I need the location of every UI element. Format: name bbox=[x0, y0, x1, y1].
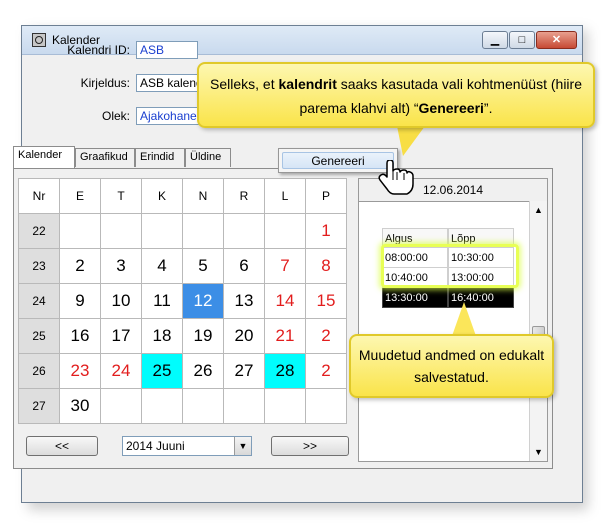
instruction-callout: Selleks, et kalendrit saaks kasutada val… bbox=[197, 62, 595, 128]
day-cell[interactable]: 30 bbox=[59, 388, 101, 424]
callout-bold-text: Genereeri bbox=[418, 100, 484, 116]
day-cell[interactable]: 6 bbox=[223, 248, 265, 284]
day-cell[interactable] bbox=[141, 213, 183, 249]
month-select-value: 2014 Juuni bbox=[126, 439, 185, 453]
day-cell[interactable]: 13 bbox=[223, 283, 265, 319]
tab-schedules[interactable]: Graafikud bbox=[75, 148, 135, 167]
day-cell[interactable]: 26 bbox=[182, 353, 224, 389]
week-number: 27 bbox=[18, 388, 60, 424]
day-cell[interactable]: 10 bbox=[100, 283, 142, 319]
day-cell[interactable]: 20 bbox=[223, 318, 265, 354]
previous-month-button[interactable]: << bbox=[26, 436, 98, 456]
calendar-header-row: Nr E T K N R L P bbox=[18, 178, 347, 214]
calendar-week-row: 26 23 24 25 26 27 28 2 bbox=[18, 353, 347, 389]
day-cell[interactable] bbox=[141, 388, 183, 424]
calendar-week-row: 23 2 3 4 5 6 7 8 bbox=[18, 248, 347, 284]
maximize-icon: □ bbox=[518, 34, 526, 46]
day-cell[interactable]: 9 bbox=[59, 283, 101, 319]
tab-calendar[interactable]: Kalender bbox=[13, 146, 75, 168]
week-number: 25 bbox=[18, 318, 60, 354]
header-wed: K bbox=[141, 178, 183, 214]
minimize-button[interactable]: ▁ bbox=[482, 31, 508, 49]
bottom-callout-tail bbox=[452, 302, 476, 336]
saved-callout: Muudetud andmed on edukalt salvestatud. bbox=[349, 334, 554, 398]
day-cell[interactable] bbox=[182, 213, 224, 249]
dropdown-arrow-icon[interactable]: ▼ bbox=[234, 437, 251, 455]
day-cell[interactable]: 23 bbox=[59, 353, 101, 389]
calendar-grid: Nr E T K N R L P 22 1 23 2 3 4 5 6 7 8 2… bbox=[18, 178, 347, 424]
callout-text: ”. bbox=[483, 100, 493, 116]
calendar-week-row: 25 16 17 18 19 20 21 2 bbox=[18, 318, 347, 354]
day-cell[interactable] bbox=[305, 388, 347, 424]
day-cell[interactable] bbox=[182, 388, 224, 424]
calendar-week-row: 27 30 bbox=[18, 388, 347, 424]
day-cell[interactable]: 16 bbox=[59, 318, 101, 354]
header-sun: P bbox=[305, 178, 347, 214]
day-cell[interactable] bbox=[100, 213, 142, 249]
day-cell[interactable]: 5 bbox=[182, 248, 224, 284]
day-cell[interactable] bbox=[264, 388, 306, 424]
day-cell-selected[interactable]: 12 bbox=[182, 283, 224, 319]
day-cell[interactable]: 24 bbox=[100, 353, 142, 389]
day-cell[interactable] bbox=[223, 388, 265, 424]
callout-text: Selleks, et bbox=[210, 76, 279, 92]
header-week-number: Nr bbox=[18, 178, 60, 214]
calendar-week-row: 24 9 10 11 12 13 14 15 bbox=[18, 283, 347, 319]
day-cell[interactable]: 1 bbox=[305, 213, 347, 249]
week-number: 22 bbox=[18, 213, 60, 249]
day-cell[interactable] bbox=[100, 388, 142, 424]
description-label: Kirjeldus: bbox=[80, 76, 130, 90]
tab-general[interactable]: Üldine bbox=[185, 148, 231, 167]
header-sat: L bbox=[264, 178, 306, 214]
calendar-week-row: 22 1 bbox=[18, 213, 347, 249]
day-cell[interactable]: 2 bbox=[59, 248, 101, 284]
header-fri: R bbox=[223, 178, 265, 214]
time-row-selected[interactable]: 13:30:00 16:40:00 bbox=[382, 288, 514, 308]
start-time-cell[interactable]: 13:30:00 bbox=[382, 288, 448, 308]
month-select[interactable]: 2014 Juuni ▼ bbox=[122, 436, 252, 456]
changed-rows-highlight bbox=[381, 244, 519, 288]
week-number: 24 bbox=[18, 283, 60, 319]
day-cell-highlighted[interactable]: 25 bbox=[141, 353, 183, 389]
minimize-icon: ▁ bbox=[490, 34, 500, 46]
hand-cursor-icon bbox=[378, 160, 414, 195]
calendar-id-input[interactable]: ASB bbox=[136, 41, 198, 59]
vertical-scrollbar[interactable]: ▲ ▼ bbox=[529, 201, 547, 461]
day-cell[interactable]: 2 bbox=[305, 353, 347, 389]
scroll-up-icon[interactable]: ▲ bbox=[530, 205, 547, 215]
next-month-button[interactable]: >> bbox=[271, 436, 349, 456]
day-cell[interactable]: 2 bbox=[305, 318, 347, 354]
close-icon: ✕ bbox=[551, 34, 562, 46]
day-cell[interactable] bbox=[223, 213, 265, 249]
header-thu: N bbox=[182, 178, 224, 214]
day-cell[interactable]: 17 bbox=[100, 318, 142, 354]
day-cell[interactable]: 4 bbox=[141, 248, 183, 284]
day-cell[interactable]: 18 bbox=[141, 318, 183, 354]
scroll-down-icon[interactable]: ▼ bbox=[530, 447, 547, 457]
week-number: 26 bbox=[18, 353, 60, 389]
top-callout-tail bbox=[397, 126, 425, 156]
day-cell[interactable]: 11 bbox=[141, 283, 183, 319]
description-input[interactable]: ASB kalender bbox=[136, 74, 198, 92]
day-cell[interactable]: 19 bbox=[182, 318, 224, 354]
day-cell[interactable]: 21 bbox=[264, 318, 306, 354]
header-mon: E bbox=[59, 178, 101, 214]
week-number: 23 bbox=[18, 248, 60, 284]
day-cell[interactable]: 15 bbox=[305, 283, 347, 319]
state-label: Olek: bbox=[101, 109, 130, 123]
day-cell[interactable]: 3 bbox=[100, 248, 142, 284]
header-tue: T bbox=[100, 178, 142, 214]
day-cell[interactable]: 27 bbox=[223, 353, 265, 389]
day-cell[interactable]: 14 bbox=[264, 283, 306, 319]
calendar-id-label: Kalendri ID: bbox=[67, 43, 130, 57]
day-cell[interactable]: 8 bbox=[305, 248, 347, 284]
day-cell-highlighted[interactable]: 28 bbox=[264, 353, 306, 389]
callout-bold-text: kalendrit bbox=[278, 76, 337, 92]
day-cell[interactable]: 7 bbox=[264, 248, 306, 284]
day-cell[interactable] bbox=[59, 213, 101, 249]
close-button[interactable]: ✕ bbox=[536, 31, 577, 49]
day-cell[interactable] bbox=[264, 213, 306, 249]
maximize-button[interactable]: □ bbox=[509, 31, 535, 49]
tab-exceptions[interactable]: Erindid bbox=[135, 148, 185, 167]
